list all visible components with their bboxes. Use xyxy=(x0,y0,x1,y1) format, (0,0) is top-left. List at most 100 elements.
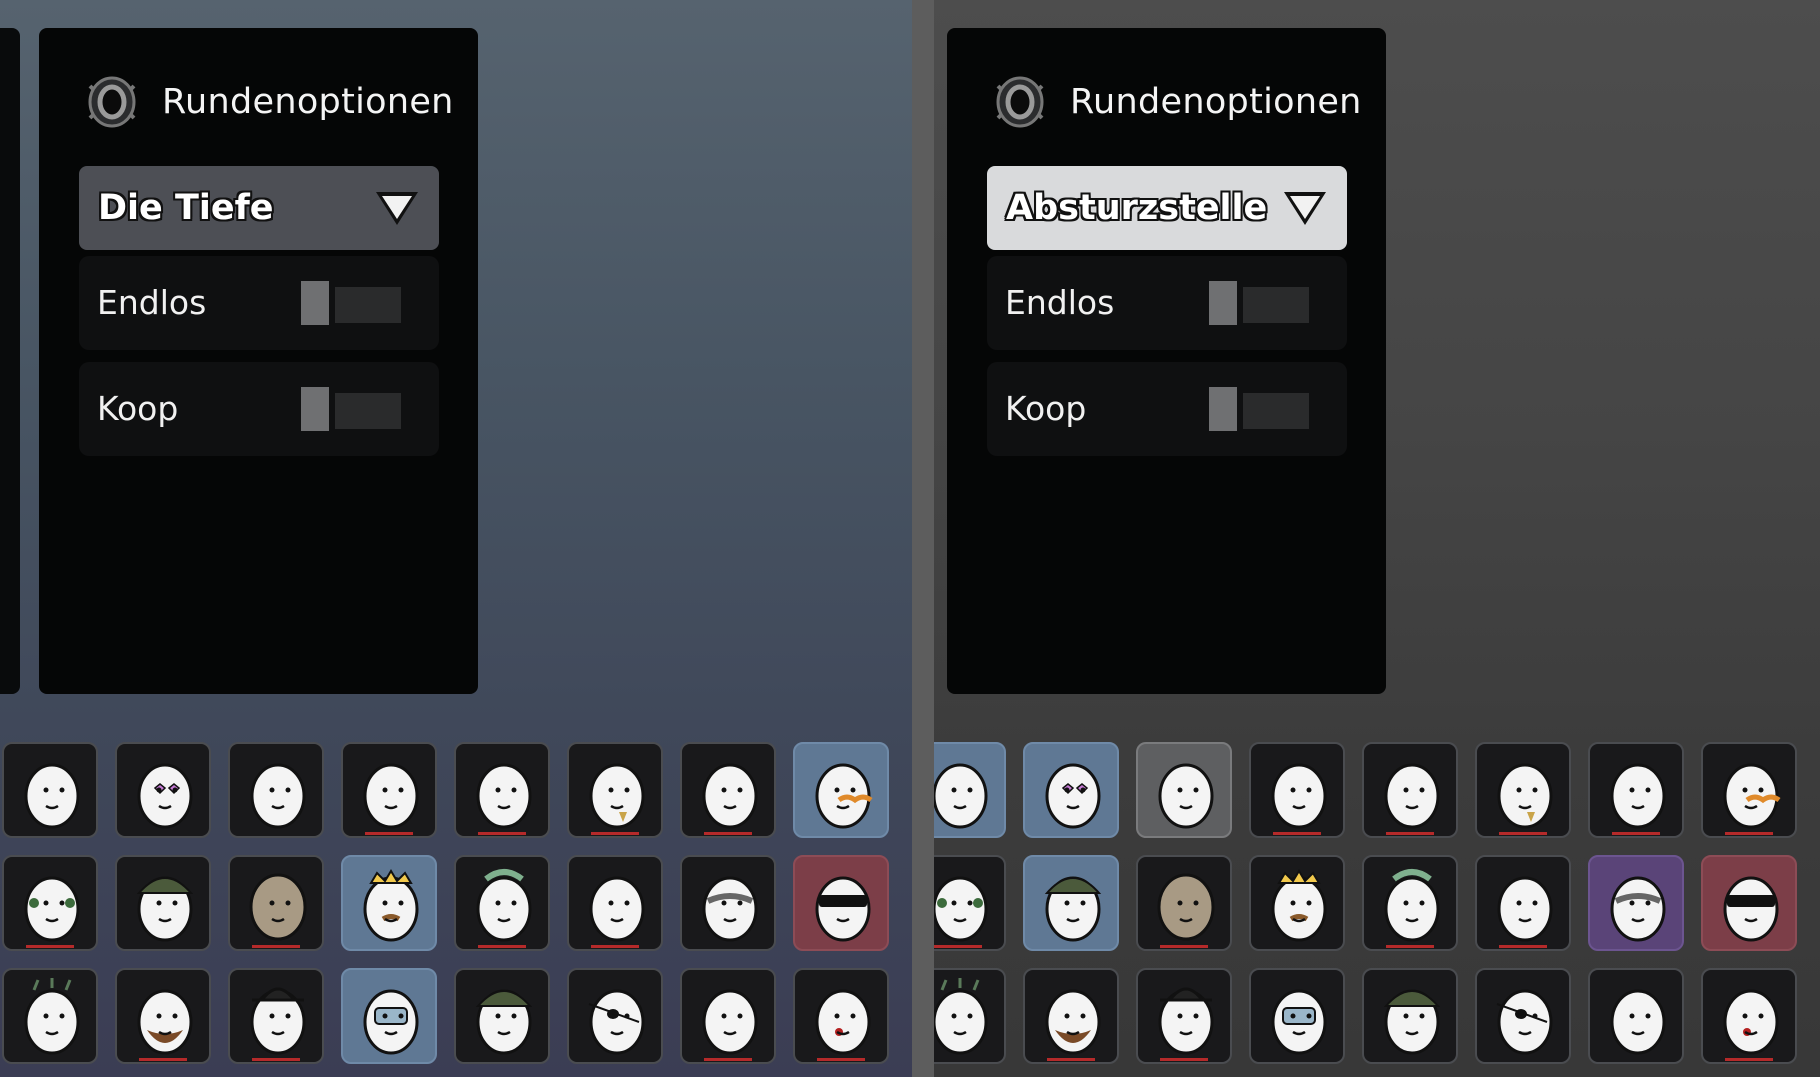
character-tile[interactable] xyxy=(1475,855,1571,951)
character-tile[interactable] xyxy=(934,968,1006,1064)
character-tile[interactable] xyxy=(1023,968,1119,1064)
character-tile[interactable] xyxy=(680,855,776,951)
unlock-indicator xyxy=(478,945,526,948)
egg-rose-icon xyxy=(815,989,871,1055)
character-tile[interactable] xyxy=(567,742,663,838)
character-tile[interactable] xyxy=(454,742,550,838)
egg-potato-icon xyxy=(249,873,307,941)
egg-pipe-icon xyxy=(702,989,758,1055)
unlock-indicator xyxy=(252,1058,300,1061)
character-tile[interactable] xyxy=(1023,855,1119,951)
egg-bucket-hat-icon xyxy=(136,876,194,942)
unlock-indicator xyxy=(817,1058,865,1061)
toggle-endless[interactable] xyxy=(1209,281,1309,325)
option-label-coop: Koop xyxy=(97,389,179,428)
character-tile[interactable] xyxy=(1023,742,1119,838)
gear-icon xyxy=(996,76,1044,128)
character-tile[interactable] xyxy=(341,855,437,951)
unlock-indicator xyxy=(26,945,74,948)
unlock-indicator xyxy=(1047,1058,1095,1061)
character-tile[interactable] xyxy=(1249,968,1345,1064)
character-tile[interactable] xyxy=(454,855,550,951)
character-tile[interactable] xyxy=(1362,855,1458,951)
character-tile[interactable] xyxy=(1136,968,1232,1064)
character-tile[interactable] xyxy=(228,742,324,838)
character-tile[interactable] xyxy=(228,855,324,951)
character-tile[interactable] xyxy=(454,968,550,1064)
toggle-track xyxy=(335,393,401,429)
character-tile[interactable] xyxy=(2,855,98,951)
character-tile[interactable] xyxy=(115,855,211,951)
character-tile[interactable] xyxy=(793,742,889,838)
character-tile[interactable] xyxy=(1249,742,1345,838)
character-tile[interactable] xyxy=(1588,855,1684,951)
option-label-endless: Endlos xyxy=(1005,283,1115,322)
left-screen: Rundenoptionen Die Tiefe Endlos Koop xyxy=(0,0,912,1077)
character-tile[interactable] xyxy=(341,742,437,838)
unlock-indicator xyxy=(934,945,982,948)
character-tile[interactable] xyxy=(115,742,211,838)
option-row-coop: Koop xyxy=(987,362,1347,456)
egg-crown-icon xyxy=(363,869,419,942)
character-tile[interactable] xyxy=(793,855,889,951)
character-tile[interactable] xyxy=(1136,742,1232,838)
map-select-dropdown[interactable]: Absturzstelle xyxy=(987,166,1347,250)
character-tile[interactable] xyxy=(115,968,211,1064)
option-row-coop: Koop xyxy=(79,362,439,456)
character-tile[interactable] xyxy=(1136,855,1232,951)
character-tile[interactable] xyxy=(1249,855,1345,951)
character-tile[interactable] xyxy=(680,968,776,1064)
egg-rose-icon xyxy=(1723,989,1779,1055)
unlock-indicator xyxy=(252,945,300,948)
character-tile[interactable] xyxy=(680,742,776,838)
character-tile[interactable] xyxy=(567,855,663,951)
unlock-indicator xyxy=(704,832,752,835)
egg-crown-icon xyxy=(1271,869,1327,942)
unlock-indicator xyxy=(1273,832,1321,835)
character-tile[interactable] xyxy=(1701,968,1797,1064)
unlock-indicator xyxy=(365,832,413,835)
character-tile[interactable] xyxy=(1362,742,1458,838)
character-tile[interactable] xyxy=(1588,742,1684,838)
map-select-value: Absturzstelle xyxy=(1006,188,1268,228)
toggle-endless[interactable] xyxy=(301,281,401,325)
unlock-indicator xyxy=(1725,1058,1773,1061)
unlock-indicator xyxy=(591,945,639,948)
egg-bearded-icon xyxy=(1045,989,1101,1055)
egg-punk-icon xyxy=(476,869,532,942)
toggle-coop[interactable] xyxy=(301,387,401,431)
toggle-coop[interactable] xyxy=(1209,387,1309,431)
unlock-indicator xyxy=(1160,945,1208,948)
toggle-knob xyxy=(301,387,329,431)
egg-goatee-icon xyxy=(1497,763,1553,829)
character-tile[interactable] xyxy=(567,968,663,1064)
egg-punk-icon xyxy=(1384,869,1440,942)
character-tile[interactable] xyxy=(1475,742,1571,838)
map-select-dropdown[interactable]: Die Tiefe xyxy=(79,166,439,250)
character-tile[interactable] xyxy=(2,742,98,838)
character-tile[interactable] xyxy=(1475,968,1571,1064)
split-screen-divider xyxy=(912,0,934,1077)
character-tile[interactable] xyxy=(934,855,1006,951)
character-tile[interactable] xyxy=(793,968,889,1064)
toggle-track xyxy=(1243,287,1309,323)
unlock-indicator xyxy=(1499,832,1547,835)
character-tile[interactable] xyxy=(341,968,437,1064)
character-tile[interactable] xyxy=(2,968,98,1064)
egg-pirate-icon xyxy=(588,989,645,1055)
egg-bearded-icon xyxy=(137,989,193,1055)
character-tile[interactable] xyxy=(934,742,1006,838)
egg-goatee-icon xyxy=(589,763,645,829)
character-tile[interactable] xyxy=(1701,855,1797,951)
character-tile[interactable] xyxy=(1701,742,1797,838)
egg-sad-icon xyxy=(24,763,80,829)
toggle-track xyxy=(1243,393,1309,429)
egg-spiked-collar-icon xyxy=(702,876,758,942)
character-tile[interactable] xyxy=(1588,968,1684,1064)
egg-mustache-icon xyxy=(815,763,873,829)
right-screen: Rundenoptionen Absturzstelle Endlos Koop xyxy=(934,0,1820,1077)
character-tile[interactable] xyxy=(228,968,324,1064)
egg-beanie-icon xyxy=(475,989,533,1055)
character-tile[interactable] xyxy=(1362,968,1458,1064)
panel-title: Rundenoptionen xyxy=(1070,82,1362,122)
